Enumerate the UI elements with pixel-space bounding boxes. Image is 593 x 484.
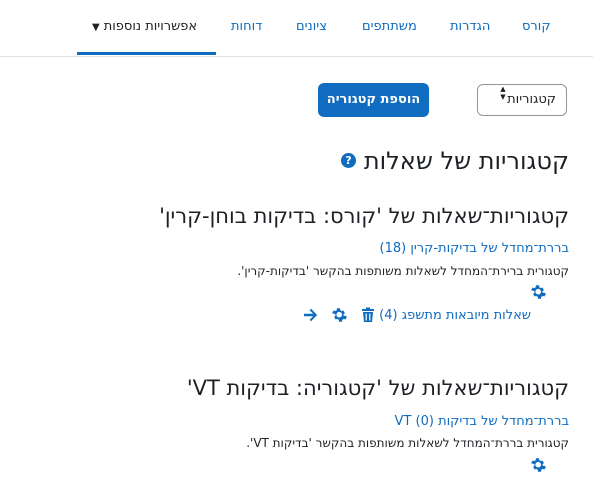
chevron-down-icon: ▼ [92,22,100,33]
tab-more-options-label: אפשרויות נוספות [103,19,198,34]
secondary-navigation: קורס הגדרות משתתפים ציונים דוחות ▼ אפשרוי… [0,0,593,57]
category-description: קטגורית בררת־המחדל לשאלות משותפות בהקשר … [246,436,569,450]
active-tab-indicator [77,52,216,55]
tab-reports[interactable]: דוחות [231,16,262,38]
tab-participants[interactable]: משתתפים [362,16,417,38]
tab-grades[interactable]: ציונים [296,16,327,38]
page-title: קטגוריות של שאלות [363,147,569,175]
gear-icon[interactable] [530,284,546,300]
categories-select[interactable]: קטגוריות ▲▼ [477,84,567,116]
category-description: קטגורית ברירת־המחדל לשאלות משותפות בהקשר… [237,264,569,278]
subcategory-link[interactable]: שאלות מיובאות מתשפג (4) [379,307,531,325]
tab-course[interactable]: קורס [522,16,551,38]
sort-updown-icon: ▲▼ [499,85,507,101]
arrow-right-icon[interactable] [303,307,319,323]
tab-more-options[interactable]: ▼ אפשרויות נוספות [92,16,197,38]
gear-icon[interactable] [530,457,546,473]
gear-icon[interactable] [331,307,347,323]
trash-icon[interactable] [361,307,375,323]
section-heading: קטגוריות־שאלות של 'קורס: בדיקות בוחן-קרי… [159,204,569,228]
tab-settings[interactable]: הגדרות [450,16,490,38]
default-category-link[interactable]: בררת־מחדל של בדיקות VT (0) [395,413,569,431]
help-icon[interactable]: ? [341,153,356,168]
add-category-button[interactable]: הוספת קטגוריה [318,83,429,117]
default-category-link[interactable]: בררת־מחדל של בדיקות-קרין (18) [380,240,569,258]
section-heading: קטגוריות־שאלות של 'קטגוריה: בדיקות VT' [186,376,569,400]
